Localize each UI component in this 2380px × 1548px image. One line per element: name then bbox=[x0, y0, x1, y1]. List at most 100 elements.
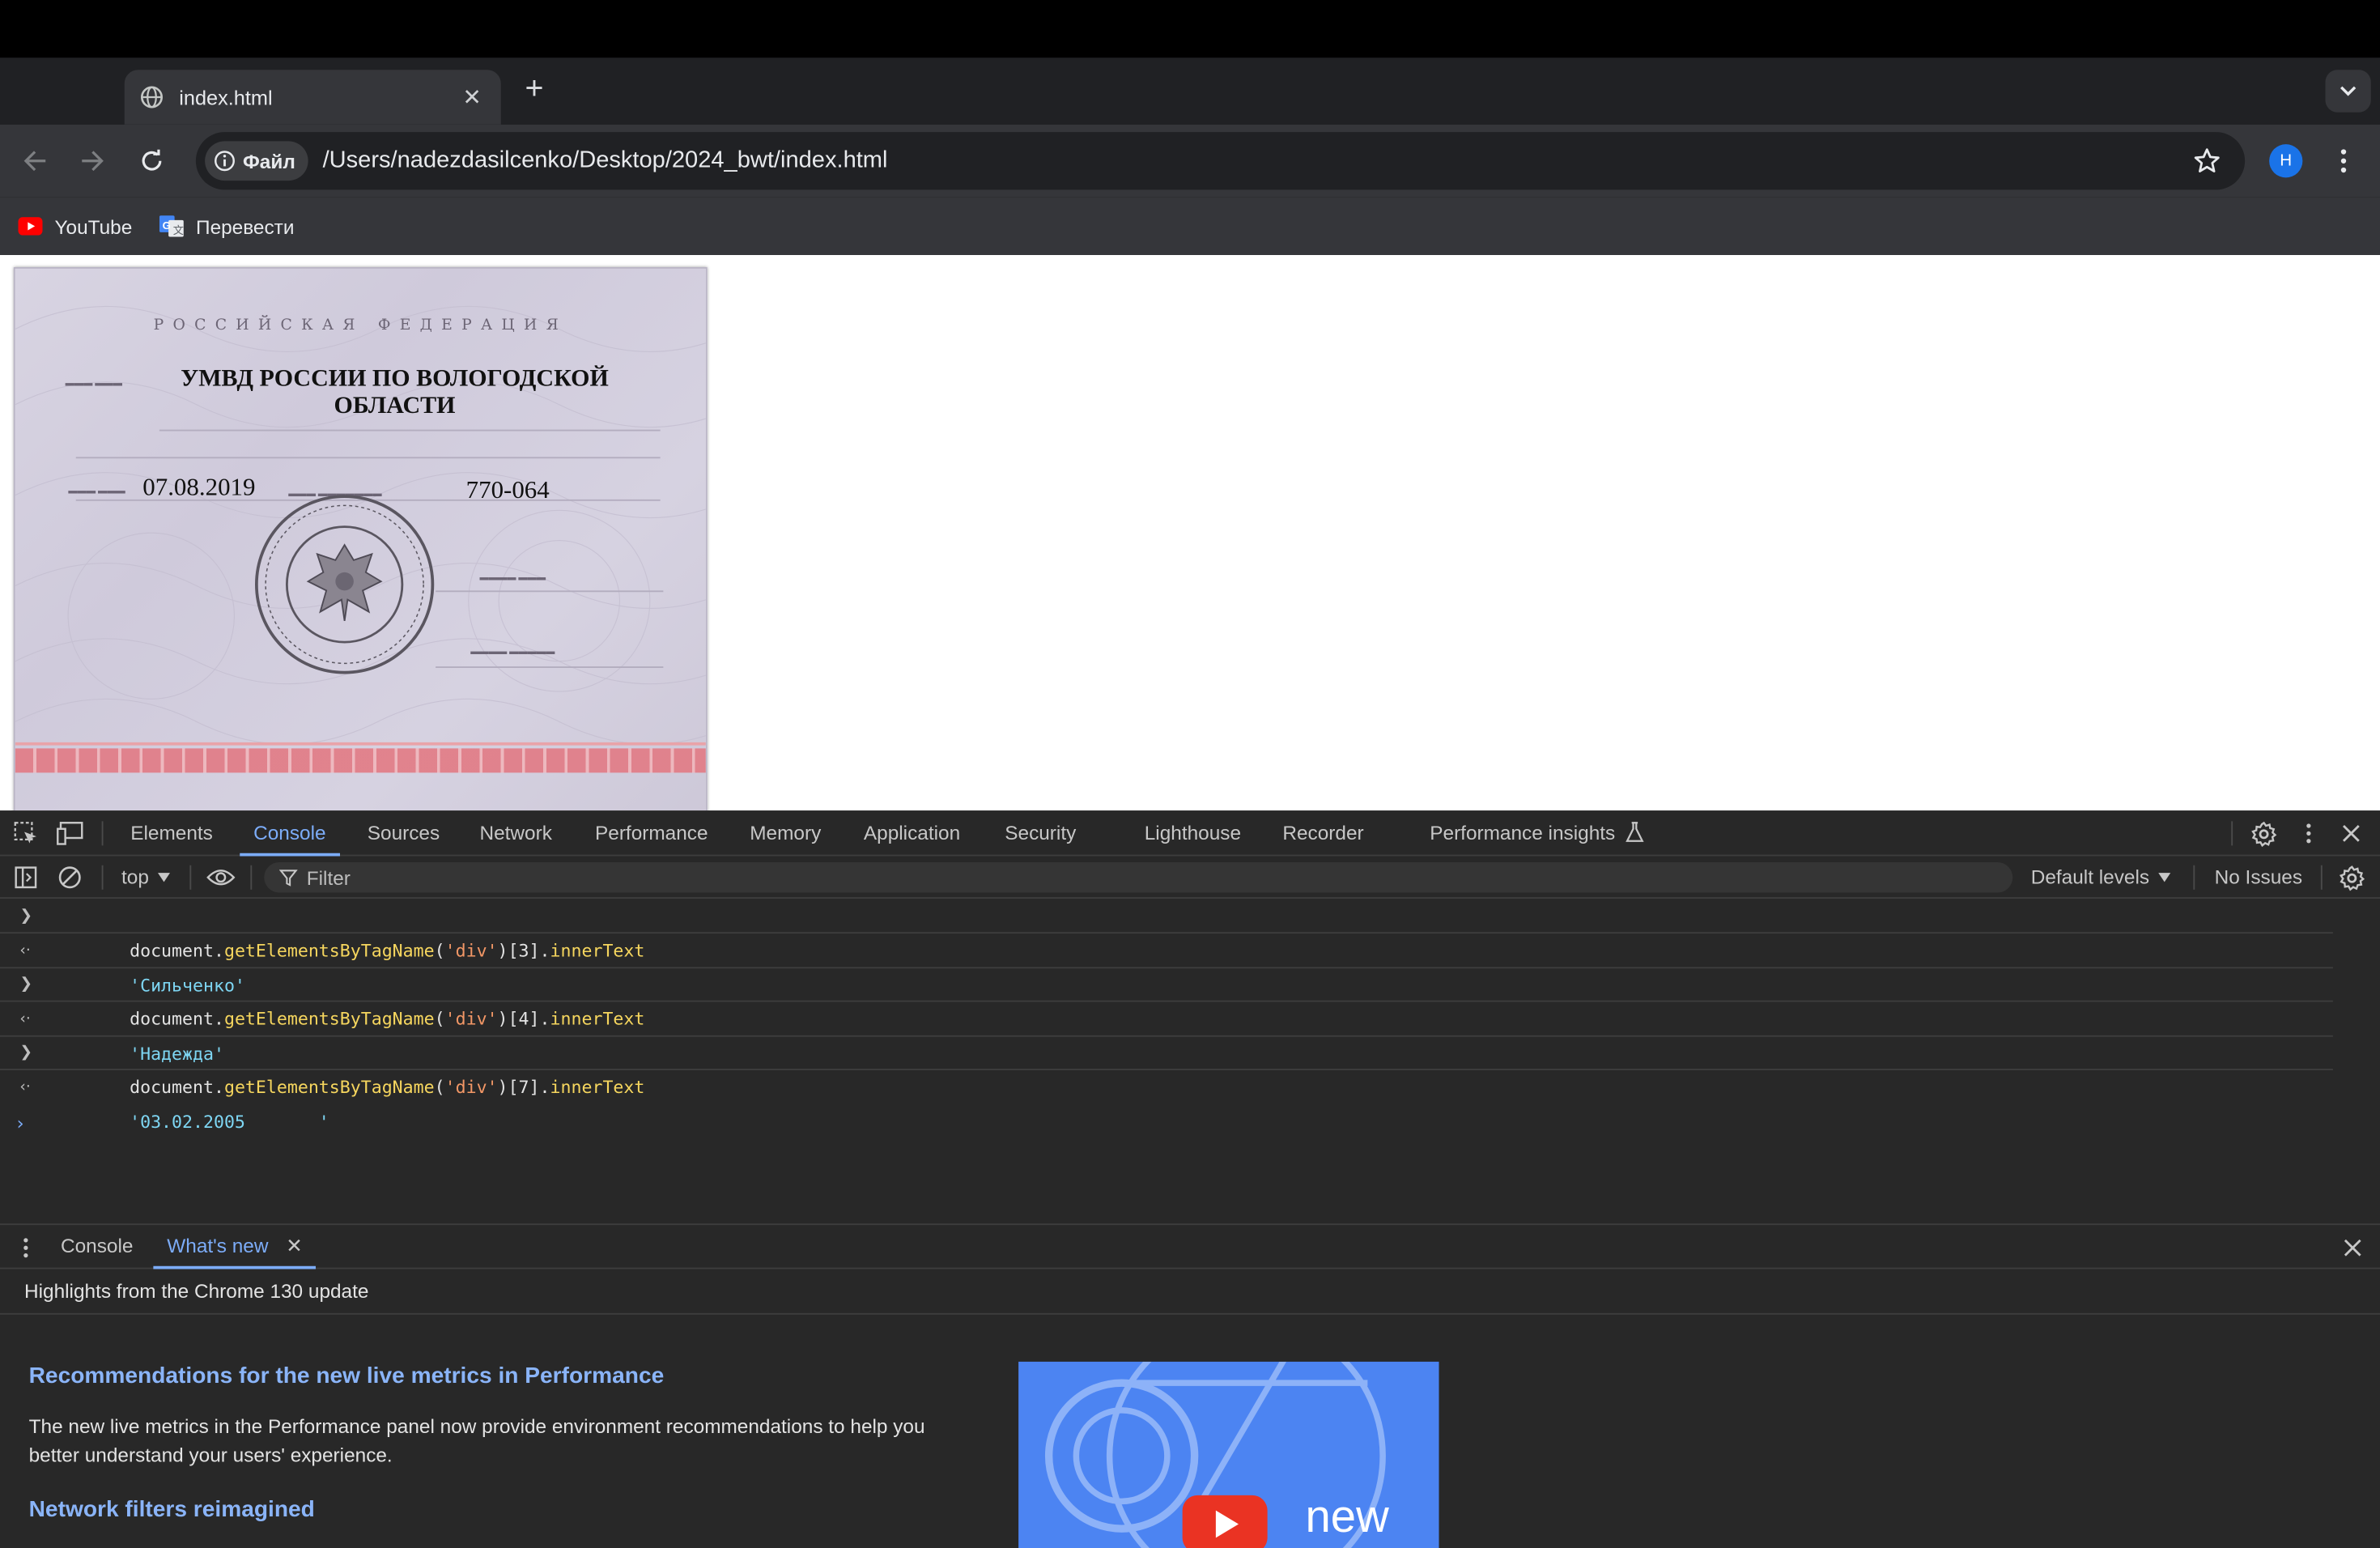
sidebar-icon bbox=[15, 866, 37, 889]
toolbar-separator bbox=[189, 865, 192, 890]
tab-performance-insights[interactable]: Performance insights bbox=[1430, 810, 1644, 856]
return-arrow-icon: ‹· bbox=[19, 1010, 31, 1028]
passport-security-strip bbox=[15, 748, 706, 773]
devtools-settings-button[interactable] bbox=[2250, 820, 2277, 848]
toolbar-separator bbox=[2193, 865, 2195, 890]
page-viewport: РОССИЙСКАЯ ФЕДЕРАЦИЯ ▬▬▬ ▬▬▬ УМВД РОССИИ… bbox=[0, 255, 2380, 811]
reload-icon bbox=[142, 149, 162, 171]
expand-arrow-icon: ❯ bbox=[19, 1044, 33, 1061]
site-info-chip[interactable]: Файл bbox=[205, 141, 308, 181]
whats-new-heading[interactable]: Network filters reimagined bbox=[29, 1497, 315, 1523]
passport-issuer: УМВД РОССИИ ПО ВОЛОГОДСКОЙ ОБЛАСТИ bbox=[181, 365, 609, 419]
forward-button[interactable] bbox=[74, 142, 111, 179]
bookmark-translate[interactable]: G文 Перевести bbox=[159, 214, 294, 238]
console-result-row: ‹· '03.02.2005 ' bbox=[0, 1072, 2333, 1133]
passport-country-header: РОССИЙСКАЯ ФЕДЕРАЦИЯ bbox=[153, 317, 568, 334]
tab-performance[interactable]: Performance bbox=[595, 810, 708, 856]
globe-icon bbox=[141, 86, 163, 108]
clear-console-button[interactable] bbox=[56, 864, 83, 891]
log-levels-label: Default levels bbox=[2030, 865, 2150, 888]
play-button[interactable] bbox=[1182, 1495, 1268, 1548]
console-input-row: ❯ document.getElementsByTagName('div')[3]… bbox=[0, 900, 2333, 961]
console-input-row: ❯ document.getElementsByTagName('div')[4]… bbox=[0, 968, 2333, 1029]
passport-security-line bbox=[15, 742, 706, 746]
browser-toolbar: Файл /Users/nadezdasilcenko/Desktop/2024… bbox=[0, 124, 2380, 198]
device-icon bbox=[57, 822, 83, 845]
profile-avatar[interactable]: H bbox=[2269, 144, 2303, 178]
tab-label: Performance insights bbox=[1430, 821, 1616, 844]
filter-placeholder: Filter bbox=[306, 865, 351, 889]
tab-strip: index.html ✕ + bbox=[0, 57, 2380, 125]
device-toolbar-button[interactable] bbox=[56, 820, 83, 848]
window-titlebar bbox=[0, 0, 2380, 58]
bookmark-star-button[interactable] bbox=[2191, 144, 2224, 177]
browser-menu-button[interactable] bbox=[2331, 142, 2356, 179]
drawer-tab-whats-new[interactable]: What's new ✕ bbox=[153, 1225, 317, 1269]
console-settings-button[interactable] bbox=[2338, 864, 2365, 891]
reload-button[interactable] bbox=[134, 142, 170, 179]
context-label: top bbox=[121, 865, 149, 888]
bookmark-label: YouTube bbox=[54, 215, 133, 238]
tab-close-icon[interactable]: ✕ bbox=[458, 83, 486, 111]
devtools-menu-button[interactable] bbox=[2295, 820, 2323, 848]
toolbar-separator bbox=[101, 865, 104, 890]
close-icon bbox=[2344, 1239, 2361, 1257]
svg-text:文: 文 bbox=[173, 224, 184, 236]
console-prompt[interactable]: › bbox=[17, 1112, 24, 1133]
console-filter-input[interactable]: Filter bbox=[264, 862, 2013, 893]
inspect-element-button[interactable] bbox=[12, 820, 40, 848]
bookmark-youtube[interactable]: YouTube bbox=[18, 215, 133, 238]
address-bar[interactable]: Файл /Users/nadezdasilcenko/Desktop/2024… bbox=[195, 132, 2246, 190]
console-toolbar: top Filter Default levels No Issues bbox=[0, 856, 2380, 899]
drawer-menu-button[interactable] bbox=[12, 1234, 40, 1261]
log-levels-dropdown[interactable]: Default levels bbox=[2031, 865, 2172, 888]
expand-arrow-icon: ❯ bbox=[19, 976, 33, 993]
sidebar-toggle-button[interactable] bbox=[12, 864, 40, 891]
inspect-icon bbox=[14, 822, 36, 844]
back-button[interactable] bbox=[17, 142, 53, 179]
new-tab-button[interactable]: + bbox=[517, 72, 550, 106]
bookmark-label: Перевести bbox=[196, 215, 295, 238]
issues-counter[interactable]: No Issues bbox=[2215, 865, 2302, 888]
tab-security[interactable]: Security bbox=[1005, 810, 1076, 856]
context-selector[interactable]: top bbox=[121, 865, 172, 888]
tab-recorder[interactable]: Recorder bbox=[1282, 810, 1363, 856]
dropdown-arrow-icon bbox=[2158, 872, 2171, 882]
live-expression-button[interactable] bbox=[205, 864, 236, 891]
passport-department-code: 770-064 bbox=[465, 474, 550, 504]
passport-rule bbox=[436, 590, 664, 593]
tab-console[interactable]: Console bbox=[240, 810, 340, 857]
return-arrow-icon: ‹· bbox=[19, 942, 31, 959]
close-icon[interactable]: ✕ bbox=[286, 1234, 302, 1257]
passport-image: РОССИЙСКАЯ ФЕДЕРАЦИЯ ▬▬▬ ▬▬▬ УМВД РОССИИ… bbox=[13, 267, 708, 811]
drawer-tab-console[interactable]: Console bbox=[61, 1225, 133, 1269]
tab-lighthouse[interactable]: Lighthouse bbox=[1145, 810, 1241, 856]
devtools-close-button[interactable] bbox=[2338, 820, 2365, 848]
whats-new-heading[interactable]: Recommendations for the new live metrics… bbox=[29, 1363, 665, 1389]
tab-sources[interactable]: Sources bbox=[368, 810, 440, 856]
drawer-close-button[interactable] bbox=[2339, 1234, 2366, 1261]
tab-elements[interactable]: Elements bbox=[130, 810, 213, 856]
tab-memory[interactable]: Memory bbox=[750, 810, 821, 856]
info-icon bbox=[215, 151, 235, 172]
passport-rule bbox=[436, 666, 664, 668]
gear-icon bbox=[2338, 865, 2365, 891]
drawer-tab-bar: Console What's new ✕ bbox=[0, 1223, 2380, 1269]
console-output[interactable]: ❯ document.getElementsByTagName('div')[3]… bbox=[0, 899, 2380, 1224]
tab-application[interactable]: Application bbox=[864, 810, 960, 856]
passport-small-label: ▬▬▬ ▬▬▬ bbox=[68, 487, 125, 497]
youtube-icon bbox=[18, 217, 43, 236]
tab-title: index.html bbox=[179, 85, 273, 109]
devtools-panel: Elements Console Sources Network Perform… bbox=[0, 810, 2380, 1548]
toolbar-separator bbox=[250, 865, 253, 890]
passport-small-label: ▬▬▬ ▬▬▬ bbox=[65, 379, 122, 389]
tab-search-button[interactable] bbox=[2325, 70, 2371, 113]
passport-small-label: ▬▬▬▬ ▬▬▬▬▬ bbox=[470, 648, 555, 657]
browser-tab[interactable]: index.html ✕ bbox=[124, 70, 501, 125]
flask-icon bbox=[1625, 822, 1644, 842]
bookmarks-bar: YouTube G文 Перевести bbox=[0, 197, 2380, 255]
back-arrow-icon bbox=[23, 151, 46, 172]
whats-new-video-thumbnail[interactable]: new bbox=[1018, 1361, 1439, 1548]
toolbar-separator bbox=[2320, 865, 2323, 890]
tab-network[interactable]: Network bbox=[480, 810, 552, 856]
